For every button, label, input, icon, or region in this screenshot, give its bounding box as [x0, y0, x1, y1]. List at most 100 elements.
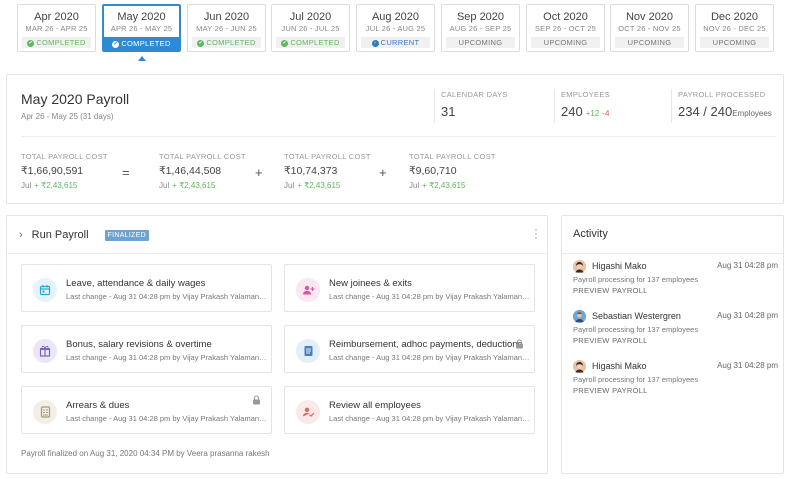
kpi-label: CALENDAR DAYS: [441, 90, 508, 99]
cost-label: TOTAL PAYROLL COST: [284, 152, 371, 161]
month-tab-jul-2020[interactable]: Jul 2020 JUN 26 - JUL 25 ✔ COMPLETED: [271, 4, 350, 52]
divider: [554, 89, 555, 123]
delta-month: Jul: [284, 181, 295, 190]
task-title: Arrears & dues: [66, 400, 130, 411]
status-label: COMPLETED: [121, 39, 171, 48]
ledger-icon: [33, 400, 57, 424]
divider: [21, 136, 776, 137]
status-label: COMPLETED: [36, 38, 86, 47]
month-name: Oct 2020: [543, 11, 588, 23]
month-tab-oct-2020[interactable]: Oct 2020 SEP 26 - OCT 25 UPCOMING: [526, 4, 605, 52]
cost-delta: Jul + ₹2,43,615: [159, 181, 246, 190]
run-payroll-card: › Run Payroll FINALIZED · · · Leave, atten…: [6, 215, 548, 474]
activity-time: Aug 31 04:28 pm: [717, 261, 778, 270]
delta-value: + ₹2,43,615: [34, 181, 78, 190]
kpi-calendar-days: CALENDAR DAYS 31: [441, 90, 508, 119]
preview-payroll-link[interactable]: PREVIEW PAYROLL: [573, 386, 648, 395]
task-new-joinees-exits[interactable]: New joinees & exits Last change - Aug 31…: [284, 264, 535, 312]
task-title: Reimbursement, adhoc payments, deduction…: [329, 339, 523, 350]
task-last-change: Last change - Aug 31 04:28 pm by Vijay P…: [66, 414, 269, 423]
task-last-change: Last change - Aug 31 04:28 pm by Vijay P…: [329, 353, 532, 362]
status-badge: ✔ COMPLETED: [192, 37, 261, 48]
divider: [434, 89, 435, 123]
cost-component-3: TOTAL PAYROLL COST ₹9,60,710 Jul + ₹2,43,…: [409, 152, 496, 190]
processed-count: 234 / 240: [678, 104, 733, 119]
preview-payroll-link[interactable]: PREVIEW PAYROLL: [573, 336, 648, 345]
cost-value: ₹9,60,710: [409, 165, 457, 177]
activity-description: Payroll processing for 137 employees: [573, 325, 699, 334]
check-icon: ✔: [112, 40, 120, 48]
delta-value: + ₹2,43,615: [297, 181, 341, 190]
task-last-change: Last change - Aug 31 04:28 pm by Vijay P…: [329, 414, 532, 423]
preview-payroll-link[interactable]: PREVIEW PAYROLL: [573, 286, 648, 295]
month-tab-sep-2020[interactable]: Sep 2020 AUG 26 - SEP 25 UPCOMING: [441, 4, 520, 52]
task-leave-attendance[interactable]: Leave, attendance & daily wages Last cha…: [21, 264, 272, 312]
cost-label: TOTAL PAYROLL COST: [21, 152, 108, 161]
month-name: May 2020: [117, 11, 166, 23]
month-range: MAY 26 - JUN 25: [196, 24, 257, 33]
task-last-change: Last change - Aug 31 04:28 pm by Vijay P…: [329, 292, 532, 301]
month-range: AUG 26 - SEP 25: [449, 24, 512, 33]
status-badge: ✔ COMPLETED: [103, 37, 180, 51]
delta-value: + ₹2,43,615: [422, 181, 466, 190]
status-badge: ✔ COMPLETED: [22, 37, 91, 48]
page-subtitle: Apr 26 - May 25 (31 days): [21, 112, 114, 121]
task-title: Bonus, salary revisions & overtime: [66, 339, 212, 350]
status-badge: UPCOMING: [615, 37, 684, 48]
delta-month: Jul: [409, 181, 420, 190]
user-check-icon: [296, 400, 320, 424]
cost-delta: Jul + ₹2,43,615: [284, 181, 371, 190]
month-tab-apr-2020[interactable]: Apr 2020 MAR 26 - APR 25 ✔ COMPLETED: [17, 4, 96, 52]
lock-icon: [515, 339, 524, 352]
plus-operator: +: [255, 165, 263, 180]
month-tab-jun-2020[interactable]: Jun 2020 MAY 26 - JUN 25 ✔ COMPLETED: [187, 4, 266, 52]
cost-value: ₹10,74,373: [284, 165, 338, 177]
divider: [671, 89, 672, 123]
activity-time: Aug 31 04:28 pm: [717, 311, 778, 320]
month-strip: Apr 2020 MAR 26 - APR 25 ✔ COMPLETED May …: [17, 4, 787, 52]
month-tab-may-2020[interactable]: May 2020 APR 26 - MAY 25 ✔ COMPLETED: [102, 4, 181, 52]
activity-user-name: Higashi Mako: [592, 361, 647, 371]
month-range: APR 26 - MAY 25: [110, 24, 173, 33]
cost-value: ₹1,66,90,591: [21, 165, 84, 177]
chevron-right-icon[interactable]: ›: [19, 229, 23, 241]
task-arrears-dues[interactable]: Arrears & dues Last change - Aug 31 04:2…: [21, 386, 272, 434]
task-bonus-salary-overtime[interactable]: Bonus, salary revisions & overtime Last …: [21, 325, 272, 373]
month-name: Jul 2020: [289, 11, 332, 23]
activity-description: Payroll processing for 137 employees: [573, 275, 699, 284]
employee-count: 240: [561, 104, 583, 119]
run-payroll-header[interactable]: › Run Payroll FINALIZED: [19, 228, 150, 242]
cost-component-2: TOTAL PAYROLL COST ₹10,74,373 Jul + ₹2,43…: [284, 152, 371, 190]
month-tab-aug-2020[interactable]: Aug 2020 JUL 26 - AUG 25 › CURRENT: [356, 4, 435, 52]
finalized-note: Payroll finalized on Aug 31, 2020 04:34 …: [21, 449, 270, 458]
cost-value: ₹1,46,44,508: [159, 165, 222, 177]
more-options-icon[interactable]: · · ·: [534, 223, 538, 243]
plus-operator: +: [379, 165, 387, 180]
month-tab-nov-2020[interactable]: Nov 2020 OCT 26 - NOV 25 UPCOMING: [610, 4, 689, 52]
check-icon: ✔: [27, 39, 35, 47]
month-tab-dec-2020[interactable]: Dec 2020 NOV 26 - DEC 25 UPCOMING: [695, 4, 774, 52]
month-name: Dec 2020: [710, 11, 759, 23]
status-badge: › CURRENT: [361, 37, 430, 48]
month-name: Aug 2020: [371, 11, 420, 23]
task-reimbursement-adhoc-deductions[interactable]: Reimbursement, adhoc payments, deduction…: [284, 325, 535, 373]
cost-delta: Jul + ₹2,43,615: [409, 181, 496, 190]
status-badge: UPCOMING: [700, 37, 769, 48]
status-badge: FINALIZED: [104, 229, 150, 241]
activity-panel: Activity Higashi Mako Aug 31 04:28 pm Pa…: [561, 215, 784, 474]
month-name: Nov 2020: [625, 11, 674, 23]
task-title: Review all employees: [329, 400, 421, 411]
employees-added: +12: [585, 109, 600, 118]
cost-total: TOTAL PAYROLL COST ₹1,66,90,591 Jul + ₹2,…: [21, 152, 108, 190]
kpi-value: 31: [441, 104, 456, 119]
task-review-all-employees[interactable]: Review all employees Last change - Aug 3…: [284, 386, 535, 434]
activity-time: Aug 31 04:28 pm: [717, 361, 778, 370]
divider: [7, 253, 547, 254]
page-title: May 2020 Payroll: [21, 91, 130, 107]
avatar: [573, 260, 586, 273]
run-payroll-title: Run Payroll: [31, 229, 89, 241]
kpi-label: PAYROLL PROCESSED: [678, 90, 766, 99]
activity-description: Payroll processing for 137 employees: [573, 375, 699, 384]
month-name: Sep 2020: [456, 11, 505, 23]
avatar: [573, 360, 586, 373]
